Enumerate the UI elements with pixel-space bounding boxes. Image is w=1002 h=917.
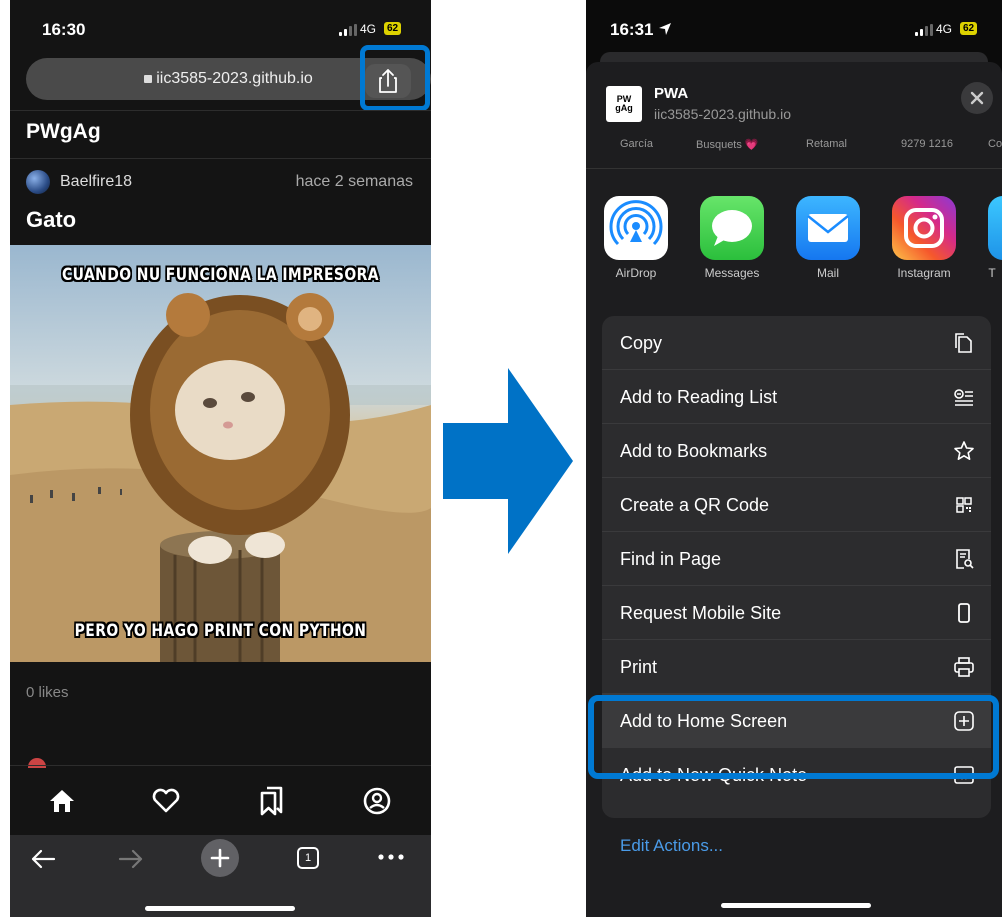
app-instagram[interactable] — [892, 196, 956, 260]
right-arrow-graphic — [443, 368, 573, 554]
star-icon — [954, 441, 974, 460]
plus-icon — [210, 848, 230, 868]
app-telegram-partial[interactable] — [988, 196, 1002, 260]
home-indicator — [721, 903, 871, 908]
messages-icon — [712, 210, 752, 246]
new-tab-button[interactable] — [201, 839, 239, 877]
divider — [10, 110, 431, 111]
app-airdrop[interactable] — [604, 196, 668, 260]
battery-badge: 62 — [384, 22, 402, 35]
post-image: CUANDO NU FUNCIONA LA IMPRESORA PERO YO … — [10, 245, 431, 662]
lock-icon — [144, 75, 153, 83]
phone-icon — [958, 603, 970, 623]
heart-icon[interactable] — [151, 788, 181, 814]
app-label: Mail — [816, 266, 839, 280]
home-icon[interactable] — [48, 788, 76, 814]
app-mail[interactable] — [796, 196, 860, 260]
profile-icon[interactable] — [362, 786, 392, 816]
url-text: iic3585-2023.github.io — [156, 70, 313, 87]
bookmarks-icon[interactable] — [257, 784, 287, 816]
meme-caption-top: CUANDO NU FUNCIONA LA IMPRESORA — [62, 265, 379, 285]
printer-icon — [954, 657, 974, 677]
right-phone-screen: 16:31 4G 62 PW gAg PWA iic3585-2023.githu… — [586, 0, 1002, 917]
instagram-icon — [904, 208, 944, 248]
copy-icon — [955, 333, 972, 353]
signal-icon — [915, 24, 933, 36]
left-phone-screen: 16:30 4G 62 iic3585-2023.github.io PWgAg… — [10, 0, 431, 917]
app-label: Messages — [704, 266, 760, 280]
close-button[interactable] — [961, 82, 993, 114]
back-arrow-icon[interactable] — [28, 847, 58, 871]
app-title: PWgAg — [26, 120, 101, 143]
action-add-to-bookmarks[interactable]: Add to Bookmarks — [602, 424, 991, 478]
likes-count: 0 likes — [26, 684, 69, 701]
share-title: PWA — [654, 85, 689, 102]
action-add-to-reading-list[interactable]: Add to Reading List — [602, 370, 991, 424]
action-print[interactable]: Print — [602, 640, 991, 694]
app-tab-bar — [10, 765, 431, 836]
post-username[interactable]: Baelfire18 — [60, 173, 132, 191]
pwa-logo: PW gAg — [606, 86, 642, 122]
meme-caption-bottom: PERO YO HAGO PRINT CON PYTHON — [74, 621, 367, 641]
share-url: iic3585-2023.github.io — [654, 106, 791, 122]
mail-icon — [807, 214, 849, 242]
meme-illustration — [10, 293, 431, 662]
app-label: T — [988, 266, 996, 280]
forward-arrow-icon[interactable] — [116, 847, 146, 871]
qr-code-icon — [956, 497, 972, 513]
find-in-page-icon — [956, 549, 974, 569]
close-icon — [970, 91, 984, 105]
contact-name[interactable]: García — [620, 138, 653, 150]
share-button-highlight — [360, 45, 430, 111]
action-create-qr-code[interactable]: Create a QR Code — [602, 478, 991, 532]
contact-name[interactable]: 9279 1216 — [901, 138, 953, 150]
airdrop-icon — [609, 200, 663, 246]
post-title: Gato — [26, 207, 77, 232]
browser-toolbar: 1 — [10, 835, 431, 917]
contact-name[interactable]: Busquets 💗 — [696, 138, 759, 151]
action-copy[interactable]: Copy — [602, 316, 991, 370]
contact-name[interactable]: Co — [988, 138, 1002, 150]
status-time: 16:31 — [610, 20, 672, 40]
location-arrow-icon — [659, 23, 672, 35]
post-time: hace 2 semanas — [295, 173, 413, 190]
add-to-home-screen-highlight — [588, 695, 999, 779]
app-messages[interactable] — [700, 196, 764, 260]
home-indicator — [145, 906, 295, 911]
action-find-in-page[interactable]: Find in Page — [602, 532, 991, 586]
divider — [586, 168, 1002, 169]
contact-name[interactable]: Retamal — [806, 138, 847, 150]
battery-badge: 62 — [960, 22, 978, 35]
reading-list-icon — [954, 389, 973, 406]
action-request-mobile-site[interactable]: Request Mobile Site — [602, 586, 991, 640]
app-label: AirDrop — [615, 266, 657, 280]
app-label: Instagram — [897, 266, 951, 280]
network-label: 4G — [360, 22, 377, 36]
signal-icon — [339, 24, 357, 36]
more-icon[interactable] — [376, 851, 406, 863]
avatar[interactable] — [26, 170, 50, 194]
divider — [10, 158, 431, 159]
network-label: 4G — [936, 22, 953, 36]
tabs-count-button[interactable]: 1 — [297, 847, 319, 869]
edit-actions-link[interactable]: Edit Actions... — [620, 836, 723, 856]
status-time: 16:30 — [42, 20, 86, 39]
